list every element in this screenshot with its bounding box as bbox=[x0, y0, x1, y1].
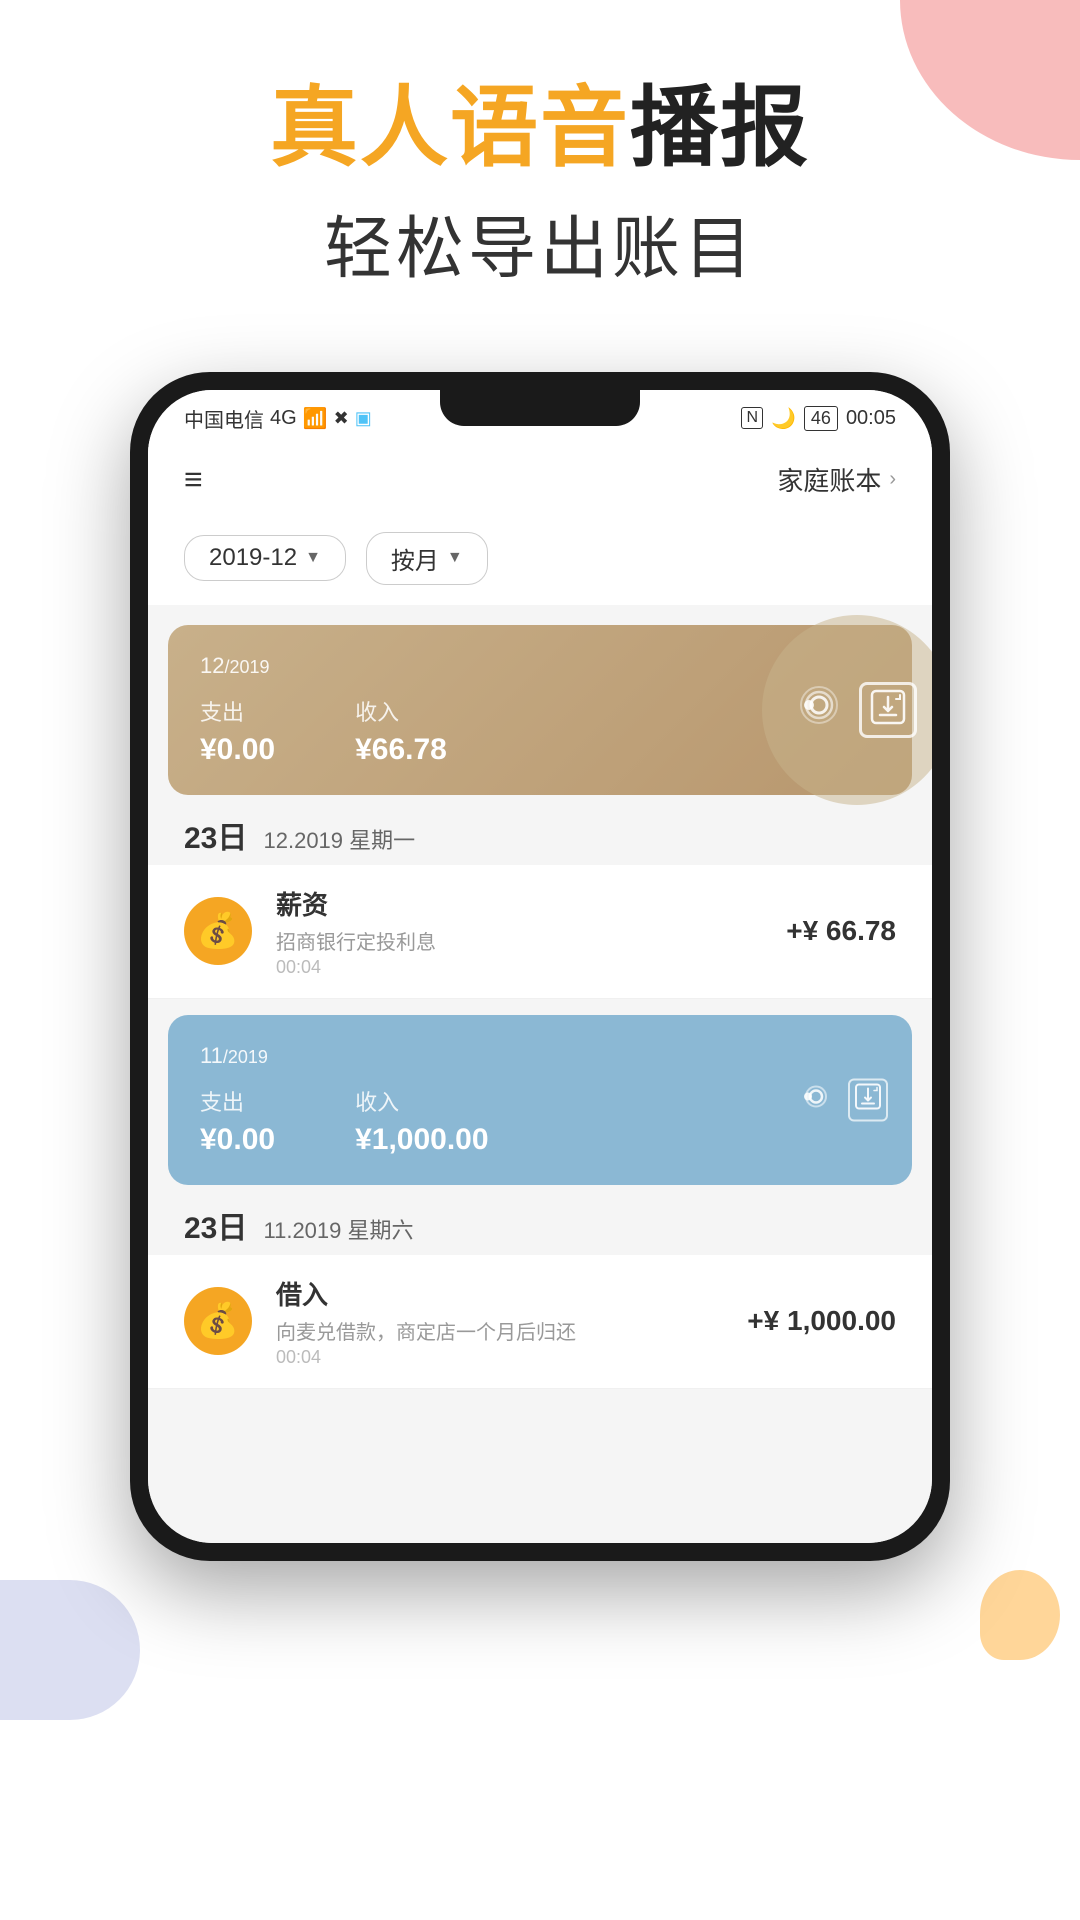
nov-day-section: 23日 11.2019 星期六 bbox=[148, 1185, 932, 1255]
nfc-icon: ✖ bbox=[334, 408, 349, 429]
carrier-text: 中国电信 bbox=[184, 404, 264, 433]
dec-day-number: 23日 bbox=[184, 822, 247, 855]
phone-notch bbox=[440, 390, 640, 426]
dec-trans-icon: 💰 bbox=[184, 897, 252, 965]
voice-button[interactable] bbox=[797, 683, 841, 737]
dec-trans-amount: +¥ 66.78 bbox=[786, 915, 896, 947]
subheadline: 轻松导出账目 bbox=[0, 193, 1080, 292]
nov-voice-button[interactable] bbox=[800, 1080, 832, 1119]
nov-month-num: 11 bbox=[200, 1043, 223, 1068]
period-filter-button[interactable]: 按月 ▼ bbox=[366, 532, 488, 585]
status-right: N 🌙 46 00:05 bbox=[741, 406, 896, 431]
battery-label: 46 bbox=[804, 406, 838, 431]
card-action-circle bbox=[762, 615, 932, 805]
dec-year: /2019 bbox=[224, 657, 269, 677]
signal-text: 4G bbox=[270, 407, 297, 430]
dec-trans-desc: 招商银行定投利息 bbox=[276, 926, 762, 955]
phone-outer: 中国电信 4G 📶 ✖ ▣ N 🌙 46 00:05 bbox=[130, 372, 950, 1561]
phone-mockup: 中国电信 4G 📶 ✖ ▣ N 🌙 46 00:05 bbox=[130, 372, 950, 1561]
nov-month-label: 11/2019 bbox=[200, 1043, 880, 1069]
period-filter-arrow: ▼ bbox=[447, 549, 463, 567]
nov-export-button[interactable] bbox=[848, 1078, 888, 1121]
period-filter-label: 按月 bbox=[391, 541, 439, 576]
phone-inner: 中国电信 4G 📶 ✖ ▣ N 🌙 46 00:05 bbox=[148, 390, 932, 1543]
nov-trans-details: 借入 向麦兑借款，商定店一个月后归还 00:04 bbox=[276, 1275, 723, 1368]
header-section: 真人语音播报 轻松导出账目 bbox=[0, 0, 1080, 332]
december-card: 12/2019 支出 ¥0.00 收入 ¥66.78 bbox=[168, 625, 912, 795]
chevron-right-icon: › bbox=[889, 468, 896, 491]
date-filter-label: 2019-12 bbox=[209, 544, 297, 572]
nov-transaction-item[interactable]: 💰 借入 向麦兑借款，商定店一个月后归还 00:04 +¥ 1,000.00 bbox=[148, 1255, 932, 1389]
dec-day-section: 23日 12.2019 星期一 bbox=[148, 795, 932, 865]
dec-month-num: 12 bbox=[200, 653, 224, 678]
date-filter-button[interactable]: 2019-12 ▼ bbox=[184, 535, 346, 581]
moon-icon: 🌙 bbox=[771, 406, 796, 431]
headline: 真人语音播报 bbox=[0, 80, 1080, 177]
dec-income-value: ¥66.78 bbox=[355, 733, 447, 767]
november-card: 11/2019 支出 ¥0.00 收入 ¥1,000.00 bbox=[168, 1015, 912, 1185]
wifi-icon: 📶 bbox=[303, 406, 328, 431]
dec-trans-name: 薪资 bbox=[276, 885, 762, 922]
nov-trans-time: 00:04 bbox=[276, 1347, 723, 1368]
dec-trans-details: 薪资 招商银行定投利息 00:04 bbox=[276, 885, 762, 978]
nov-trans-desc: 向麦兑借款，商定店一个月后归还 bbox=[276, 1316, 723, 1345]
nov-expend-label: 支出 bbox=[200, 1085, 275, 1117]
nov-card-actions bbox=[800, 1078, 888, 1121]
status-left: 中国电信 4G 📶 ✖ ▣ bbox=[184, 404, 372, 433]
dec-income: 收入 ¥66.78 bbox=[355, 695, 447, 767]
nov-stats: 支出 ¥0.00 收入 ¥1,000.00 bbox=[200, 1085, 880, 1157]
nov-income-value: ¥1,000.00 bbox=[355, 1123, 488, 1157]
export-button[interactable] bbox=[859, 682, 917, 738]
decoration-bottom-left bbox=[0, 1580, 140, 1720]
notification-icon: ▣ bbox=[355, 408, 372, 429]
account-selector[interactable]: 家庭账本 › bbox=[777, 461, 896, 498]
dec-expend: 支出 ¥0.00 bbox=[200, 695, 275, 767]
nov-trans-amount: +¥ 1,000.00 bbox=[747, 1305, 896, 1337]
app-content: ≡ 家庭账本 › 2019-12 ▼ 按月 ▼ bbox=[148, 443, 932, 1543]
dec-transaction-item[interactable]: 💰 薪资 招商银行定投利息 00:04 +¥ 66.78 bbox=[148, 865, 932, 999]
headline-black: 播报 bbox=[630, 78, 810, 177]
decoration-bottom-right bbox=[980, 1570, 1060, 1660]
headline-orange: 真人语音 bbox=[270, 78, 630, 177]
dec-expend-value: ¥0.00 bbox=[200, 733, 275, 767]
nov-income-label: 收入 bbox=[355, 1085, 488, 1117]
borrow-icon: 💰 bbox=[197, 1301, 239, 1341]
nfc-right-icon: N bbox=[741, 407, 763, 429]
nov-day-number: 23日 bbox=[184, 1212, 247, 1245]
dec-expend-label: 支出 bbox=[200, 695, 275, 727]
time-display: 00:05 bbox=[846, 407, 896, 430]
nov-trans-name: 借入 bbox=[276, 1275, 723, 1312]
app-topbar: ≡ 家庭账本 › bbox=[148, 443, 932, 516]
nov-year: /2019 bbox=[223, 1047, 268, 1067]
filter-bar: 2019-12 ▼ 按月 ▼ bbox=[148, 516, 932, 605]
nov-income: 收入 ¥1,000.00 bbox=[355, 1085, 488, 1157]
nov-expend-value: ¥0.00 bbox=[200, 1123, 275, 1157]
date-filter-arrow: ▼ bbox=[305, 549, 321, 567]
nov-expend: 支出 ¥0.00 bbox=[200, 1085, 275, 1157]
salary-icon: 💰 bbox=[197, 911, 239, 951]
dec-day-detail: 12.2019 星期一 bbox=[264, 828, 416, 853]
nov-day-detail: 11.2019 星期六 bbox=[264, 1218, 414, 1243]
nov-trans-icon: 💰 bbox=[184, 1287, 252, 1355]
account-name: 家庭账本 bbox=[777, 461, 881, 498]
menu-icon[interactable]: ≡ bbox=[184, 463, 203, 495]
dec-trans-time: 00:04 bbox=[276, 957, 762, 978]
dec-income-label: 收入 bbox=[355, 695, 447, 727]
